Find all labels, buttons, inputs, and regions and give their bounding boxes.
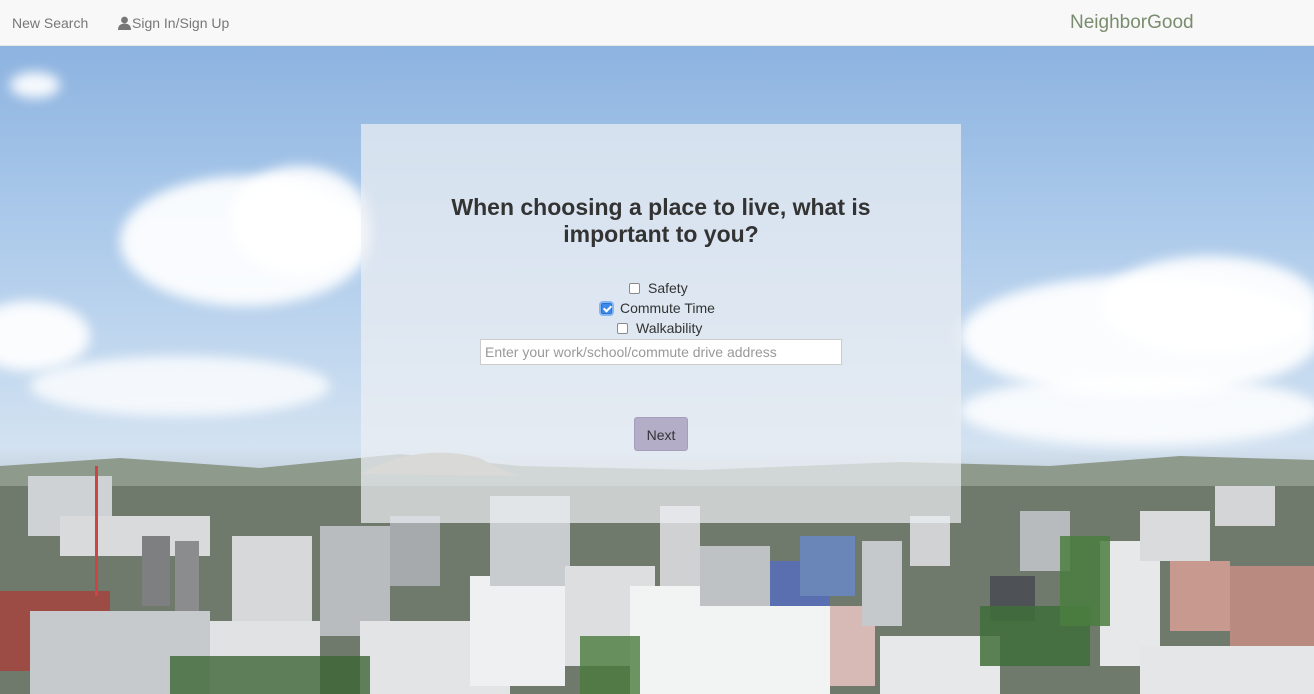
question-line-2: important to you? <box>563 221 759 247</box>
top-navbar: New Search Sign In/Sign Up NeighborGood <box>0 0 1314 46</box>
walkability-checkbox[interactable] <box>617 322 628 334</box>
user-icon <box>118 16 131 30</box>
commute-time-checkbox[interactable] <box>601 302 612 314</box>
walkability-label: Walkability <box>636 320 703 336</box>
option-safety[interactable]: Safety <box>629 278 688 298</box>
address-input[interactable] <box>480 339 842 365</box>
sign-in-label: Sign In/Sign Up <box>132 15 230 31</box>
brand-logo[interactable]: NeighborGood <box>1070 0 1194 46</box>
question-heading: When choosing a place to live, what is i… <box>361 194 961 248</box>
preferences-card: When choosing a place to live, what is i… <box>361 124 961 523</box>
option-walkability[interactable]: Walkability <box>617 318 702 338</box>
question-line-1: When choosing a place to live, what is <box>451 194 871 220</box>
new-search-link[interactable]: New Search <box>12 0 88 46</box>
safety-label: Safety <box>648 280 688 296</box>
safety-checkbox[interactable] <box>629 282 640 294</box>
next-button[interactable]: Next <box>634 417 688 451</box>
commute-time-label: Commute Time <box>620 300 715 316</box>
hero-background: When choosing a place to live, what is i… <box>0 46 1314 694</box>
sign-in-link[interactable]: Sign In/Sign Up <box>118 0 229 46</box>
option-commute-time[interactable]: Commute Time <box>601 298 715 318</box>
